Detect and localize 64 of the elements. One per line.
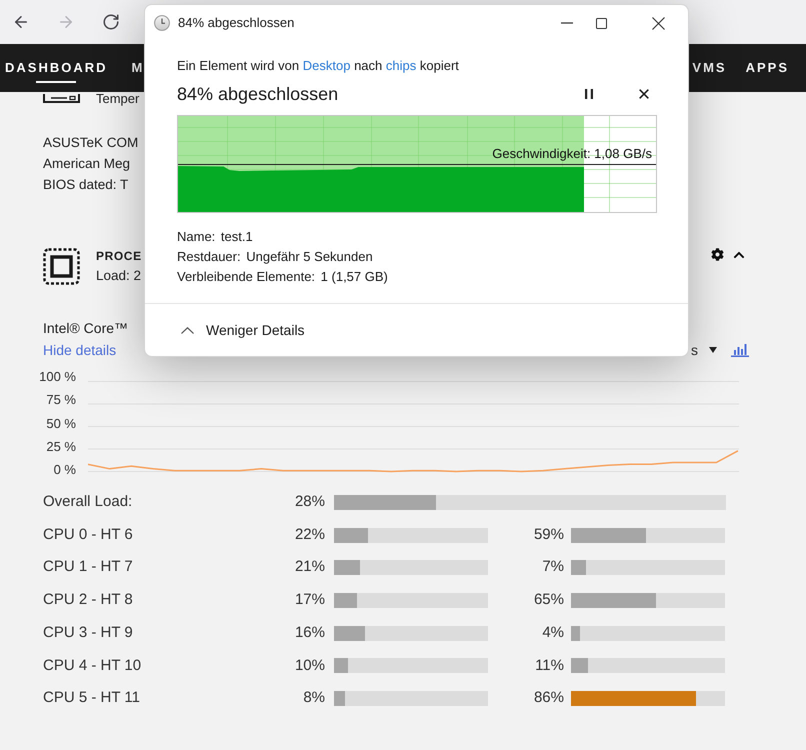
pause-icon [585, 89, 593, 99]
progress-status: 84% abgeschlossen [177, 83, 338, 106]
settings-icon [711, 248, 724, 261]
cpu-label: CPU 3 - HT 9 [43, 622, 133, 643]
load-percent: 10% [294, 656, 325, 676]
details-toggle-button[interactable]: Weniger Details [181, 320, 305, 340]
nav-tab[interactable]: M [132, 44, 144, 92]
folder-link[interactable]: Desktop [302, 58, 350, 73]
folder-link[interactable]: chips [386, 58, 416, 73]
y-axis-label: 50 % [46, 416, 76, 432]
cpu-label: CPU 0 - HT 6 [43, 524, 133, 545]
close-icon [639, 89, 649, 99]
copy-message: Ein Element wird von Desktop nach chips kopiert [177, 57, 459, 75]
maximize-icon [596, 18, 606, 28]
view-label: s [691, 341, 698, 360]
y-axis-label: 0 % [54, 462, 76, 478]
load-percent: 86% [534, 688, 564, 708]
cpu-label: CPU 1 - HT 7 [43, 557, 133, 578]
chevron-up-icon [181, 326, 194, 334]
reload-button[interactable] [101, 12, 121, 32]
board-icon [43, 94, 80, 103]
cpu-label: CPU 4 - HT 10 [43, 656, 142, 676]
load-percent: 4% [542, 622, 564, 643]
load-percent: 59% [534, 524, 564, 545]
temperature-label: Temper [96, 92, 140, 105]
close-icon [652, 16, 664, 30]
minimize-icon [561, 22, 573, 24]
board-info-text: ASUSTeK COM [43, 134, 138, 152]
hide-details-link[interactable]: Hide details [43, 339, 116, 361]
load-percent: 17% [294, 590, 325, 610]
chip-icon [43, 248, 80, 285]
load-percent: 22% [294, 524, 325, 545]
load-percent: 28% [294, 492, 325, 512]
cpu-label: CPU 5 - HT 11 [43, 688, 140, 708]
y-axis-label: 100 % [39, 369, 76, 385]
speed-text: Geschwindigkeit: 1,08 GB/s [492, 145, 652, 163]
bar-chart-icon[interactable] [731, 343, 749, 357]
nav-tab[interactable]: DASHBOARD [5, 44, 108, 92]
reload-icon [102, 13, 120, 31]
nav-tab[interactable]: VMS [692, 44, 727, 92]
detail-text: Restdauer: Ungefähr 5 Sekunden [177, 248, 373, 266]
detail-text: Verbleibende Elemente: 1 (1,57 GB) [177, 268, 388, 286]
load-percent: 7% [542, 557, 564, 578]
load-percent: 16% [294, 622, 325, 643]
y-axis-label: 75 % [46, 392, 76, 408]
cpu-label: CPU 2 - HT 8 [43, 590, 133, 610]
window-title: 84% abgeschlossen [178, 14, 294, 32]
nav-tab[interactable]: APPS [746, 44, 789, 92]
cpu-label: Overall Load: [43, 492, 132, 512]
board-info-text: BIOS dated: T [43, 176, 128, 194]
cpu-model: Intel® Core™ [43, 319, 128, 338]
load-text: Load: 2 [96, 267, 142, 285]
load-percent: 21% [294, 557, 325, 578]
caret-down-icon[interactable] [709, 347, 717, 353]
arrow-right-icon [57, 13, 75, 31]
section-title: PROCE [96, 248, 142, 265]
y-axis-label: 25 % [46, 438, 76, 455]
load-percent: 65% [534, 590, 564, 610]
clock-icon [154, 15, 170, 31]
load-percent: 11% [535, 656, 564, 676]
load-percent: 8% [303, 688, 325, 708]
board-info-text: American Meg [43, 155, 130, 173]
detail-text: Name: test.1 [177, 228, 253, 246]
settings-button[interactable] [711, 248, 724, 261]
